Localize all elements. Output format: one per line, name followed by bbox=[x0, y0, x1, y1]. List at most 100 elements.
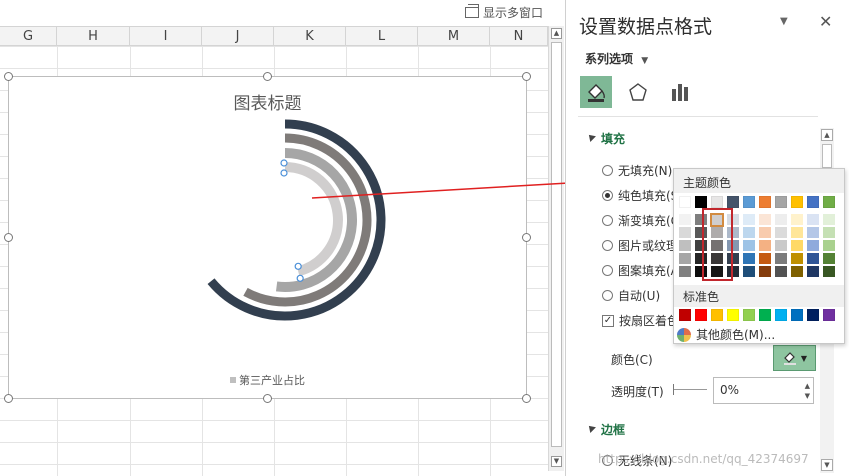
standard-color-swatch[interactable] bbox=[711, 309, 723, 321]
column-header[interactable]: H bbox=[57, 27, 130, 46]
fill-option[interactable]: 自动(U) bbox=[602, 287, 660, 304]
standard-color-swatch[interactable] bbox=[823, 309, 835, 321]
scroll-down-icon[interactable]: ▼ bbox=[821, 459, 833, 471]
resize-handle[interactable] bbox=[522, 72, 531, 81]
ring-arc[interactable] bbox=[284, 162, 343, 277]
resize-handle[interactable] bbox=[263, 72, 272, 81]
resize-handle[interactable] bbox=[263, 394, 272, 403]
radio-button[interactable] bbox=[602, 190, 613, 201]
collapse-icon[interactable] bbox=[586, 132, 596, 142]
column-header[interactable]: G bbox=[0, 27, 57, 46]
shade-swatch[interactable] bbox=[759, 253, 771, 264]
shade-swatch[interactable] bbox=[743, 214, 755, 225]
shade-swatch[interactable] bbox=[759, 240, 771, 251]
shade-swatch[interactable] bbox=[679, 240, 691, 251]
radio-button[interactable] bbox=[602, 290, 613, 301]
fill-option[interactable]: 无填充(N) bbox=[602, 162, 672, 179]
point-handle[interactable] bbox=[296, 274, 304, 282]
pane-options-icon[interactable]: ▼ bbox=[780, 16, 788, 27]
shade-swatch[interactable] bbox=[791, 266, 803, 277]
selected-swatch[interactable] bbox=[710, 213, 724, 227]
collapse-icon[interactable] bbox=[586, 423, 596, 433]
donut-chart[interactable] bbox=[9, 77, 526, 398]
series-options-dropdown[interactable]: 系列选项 ▼ bbox=[585, 50, 648, 67]
shade-swatch[interactable] bbox=[807, 253, 819, 264]
shade-swatch[interactable] bbox=[743, 227, 755, 238]
theme-color-swatch[interactable] bbox=[679, 196, 691, 208]
shade-swatch[interactable] bbox=[807, 227, 819, 238]
checkbox[interactable]: ✓ bbox=[602, 314, 614, 327]
standard-color-swatch[interactable] bbox=[695, 309, 707, 321]
scroll-thumb[interactable] bbox=[551, 42, 562, 447]
more-colors-button[interactable]: 其他颜色(M)... bbox=[677, 326, 775, 343]
shade-swatch[interactable] bbox=[791, 240, 803, 251]
fill-line-icon[interactable] bbox=[580, 76, 612, 108]
transparency-slider[interactable] bbox=[673, 384, 707, 395]
shade-swatch[interactable] bbox=[791, 253, 803, 264]
point-handle[interactable] bbox=[280, 159, 288, 167]
resize-handle[interactable] bbox=[522, 394, 531, 403]
vertical-scrollbar[interactable]: ▲ ▼ bbox=[548, 26, 564, 471]
theme-color-swatch[interactable] bbox=[711, 196, 723, 208]
standard-color-swatch[interactable] bbox=[679, 309, 691, 321]
theme-color-swatch[interactable] bbox=[759, 196, 771, 208]
column-header[interactable]: I bbox=[130, 27, 202, 46]
shade-swatch[interactable] bbox=[679, 214, 691, 225]
shade-swatch[interactable] bbox=[823, 240, 835, 251]
radio-button[interactable] bbox=[602, 165, 613, 176]
theme-color-swatch[interactable] bbox=[727, 196, 739, 208]
scroll-down-icon[interactable]: ▼ bbox=[551, 456, 562, 467]
standard-color-swatch[interactable] bbox=[759, 309, 771, 321]
point-handle[interactable] bbox=[280, 169, 288, 177]
shade-swatch[interactable] bbox=[807, 266, 819, 277]
standard-color-swatch[interactable] bbox=[743, 309, 755, 321]
fill-section-header[interactable]: 填充 bbox=[601, 130, 625, 147]
shade-swatch[interactable] bbox=[679, 266, 691, 277]
shade-swatch[interactable] bbox=[823, 227, 835, 238]
shade-swatch[interactable] bbox=[743, 253, 755, 264]
standard-color-swatch[interactable] bbox=[807, 309, 819, 321]
column-header[interactable]: K bbox=[274, 27, 346, 46]
shade-swatch[interactable] bbox=[775, 214, 787, 225]
fill-color-button[interactable]: ▼ bbox=[773, 345, 816, 371]
shade-swatch[interactable] bbox=[823, 266, 835, 277]
shade-swatch[interactable] bbox=[807, 240, 819, 251]
shade-swatch[interactable] bbox=[775, 227, 787, 238]
chart-legend[interactable]: 第三产业占比 bbox=[9, 372, 526, 388]
theme-color-swatch[interactable] bbox=[807, 196, 819, 208]
transparency-input[interactable]: 0% ▲ ▼ bbox=[713, 377, 814, 404]
shade-swatch[interactable] bbox=[679, 253, 691, 264]
standard-color-swatch[interactable] bbox=[791, 309, 803, 321]
shade-swatch[interactable] bbox=[823, 253, 835, 264]
scroll-up-icon[interactable]: ▲ bbox=[821, 129, 833, 141]
theme-color-swatch[interactable] bbox=[775, 196, 787, 208]
theme-color-swatch[interactable] bbox=[743, 196, 755, 208]
column-header[interactable]: J bbox=[202, 27, 274, 46]
effects-icon[interactable] bbox=[622, 76, 654, 108]
chart-area[interactable]: 图表标题 第三产业占比 bbox=[8, 76, 527, 399]
shade-swatch[interactable] bbox=[743, 240, 755, 251]
column-header[interactable]: N bbox=[490, 27, 548, 46]
radio-button[interactable] bbox=[602, 215, 613, 226]
shade-swatch[interactable] bbox=[743, 266, 755, 277]
shade-swatch[interactable] bbox=[823, 214, 835, 225]
series-options-icon[interactable] bbox=[664, 76, 696, 108]
border-section-header[interactable]: 边框 bbox=[601, 421, 625, 438]
scroll-up-icon[interactable]: ▲ bbox=[551, 28, 562, 39]
standard-color-swatch[interactable] bbox=[727, 309, 739, 321]
column-header[interactable]: L bbox=[346, 27, 418, 46]
standard-color-swatch[interactable] bbox=[775, 309, 787, 321]
shade-swatch[interactable] bbox=[759, 266, 771, 277]
shade-swatch[interactable] bbox=[791, 227, 803, 238]
fill-option[interactable]: 图案填充(A) bbox=[602, 262, 684, 279]
resize-handle[interactable] bbox=[4, 394, 13, 403]
point-handle[interactable] bbox=[294, 262, 302, 270]
column-header[interactable]: M bbox=[418, 27, 490, 46]
shade-swatch[interactable] bbox=[775, 253, 787, 264]
resize-handle[interactable] bbox=[4, 72, 13, 81]
radio-button[interactable] bbox=[602, 240, 613, 251]
resize-handle[interactable] bbox=[522, 233, 531, 242]
resize-handle[interactable] bbox=[4, 233, 13, 242]
shade-swatch[interactable] bbox=[759, 227, 771, 238]
scroll-thumb[interactable] bbox=[822, 144, 832, 168]
